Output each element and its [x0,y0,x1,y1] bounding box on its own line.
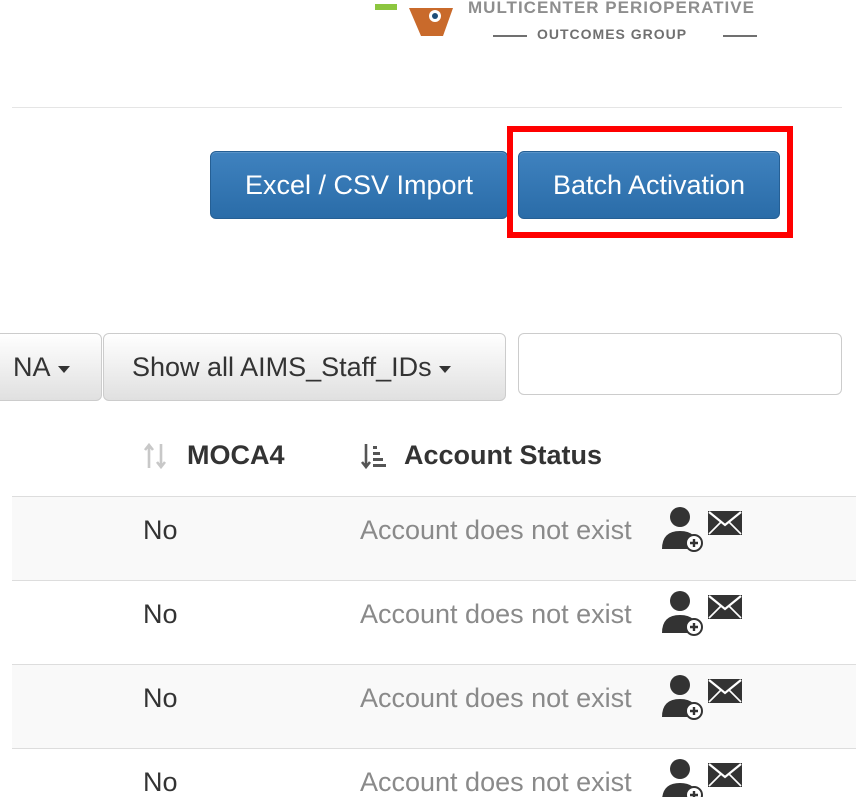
cell-account-status: Account does not exist [360,515,632,545]
logo-line-2: OUTCOMES GROUP [537,26,688,42]
logo-rule-left [493,35,527,37]
table-row: No Account does not exist [12,665,856,748]
column-header-label: Account Status [404,440,603,470]
header-divider [12,107,842,108]
cell-account-status: Account does not exist [360,767,632,797]
add-user-icon[interactable] [660,505,706,553]
column-header-account-status[interactable]: Account Status [360,440,602,471]
logo-line-1: MULTICENTER PERIOPERATIVE [468,0,755,17]
batch-activation-highlight [507,126,793,238]
envelope-icon[interactable] [708,595,742,619]
table-row: No Account does not exist [12,497,856,580]
excel-csv-import-button[interactable]: Excel / CSV Import [210,151,508,219]
chevron-down-icon [57,365,70,373]
chevron-down-icon [438,365,451,373]
table-row: No Account does not exist [12,581,856,664]
envelope-icon[interactable] [708,763,742,787]
envelope-icon[interactable] [708,511,742,535]
table-row: No Account does not exist [12,749,856,797]
staff-id-filter-dropdown[interactable]: Show all AIMS_Staff_IDs [103,333,506,401]
na-filter-label: NA [13,351,51,382]
na-filter-dropdown[interactable]: NA [0,333,102,401]
column-header-moca4[interactable]: MOCA4 [143,440,285,471]
cell-moca4: No [143,599,178,629]
mpog-logo: MULTICENTER PERIOPERATIVE OUTCOMES GROUP [375,0,795,48]
add-user-icon[interactable] [660,589,706,637]
cell-moca4: No [143,767,178,797]
add-user-icon[interactable] [660,757,706,797]
cell-account-status: Account does not exist [360,683,632,713]
cell-moca4: No [143,515,178,545]
logo-rule-right [723,35,757,37]
mpog-logo-mark-icon [375,4,453,36]
sort-amount-desc-icon [360,443,386,469]
cell-moca4: No [143,683,178,713]
cell-account-status: Account does not exist [360,599,632,629]
search-input[interactable] [518,333,842,395]
sort-icon [143,442,167,469]
envelope-icon[interactable] [708,679,742,703]
add-user-icon[interactable] [660,673,706,721]
staff-id-filter-label: Show all AIMS_Staff_IDs [132,351,432,382]
column-header-label: MOCA4 [187,440,285,470]
